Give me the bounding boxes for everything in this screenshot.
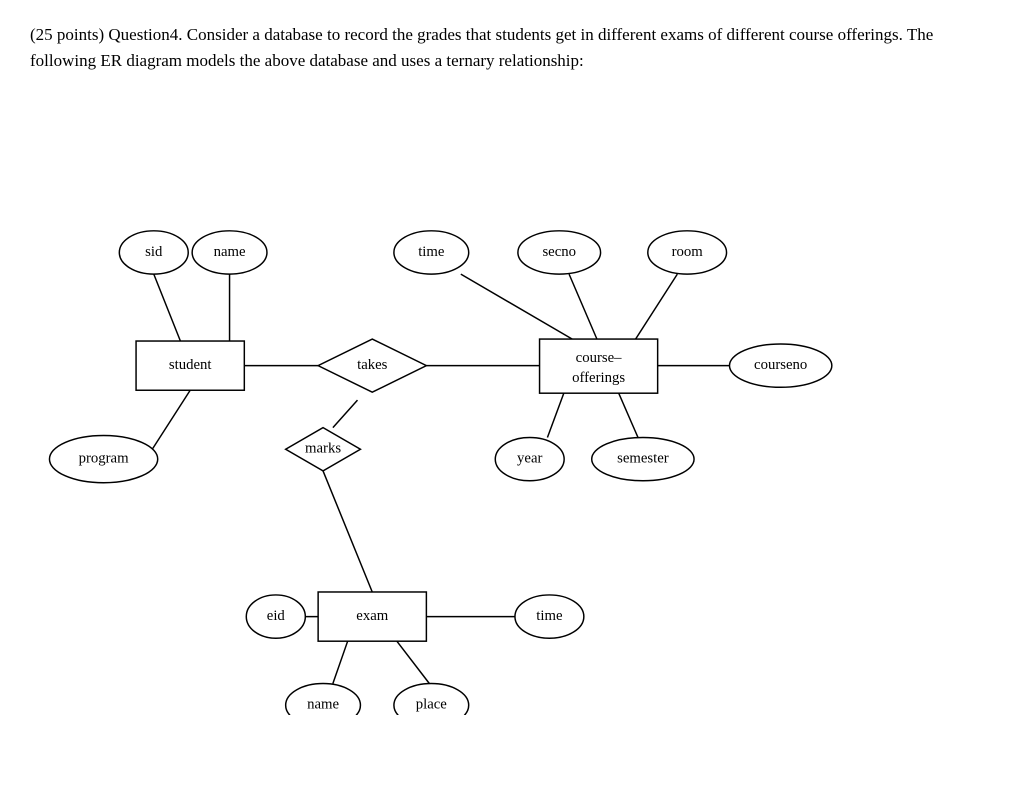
entity-exam-label: exam (356, 608, 388, 624)
attr-eid-label: eid (267, 608, 286, 624)
attr-sid-label: sid (145, 244, 163, 260)
er-diagram: student course– offerings exam takes mar… (0, 95, 1024, 715)
attr-name-exam-label: name (307, 696, 339, 712)
entity-student-label: student (169, 357, 213, 373)
attr-name-student-label: name (214, 244, 246, 260)
attr-secno-label: secno (542, 244, 576, 260)
attr-room-label: room (672, 244, 704, 260)
attr-time-co-label: time (418, 244, 445, 260)
entity-co-label2: offerings (572, 370, 625, 386)
attr-courseno-label: courseno (754, 357, 807, 373)
rel-takes-label: takes (357, 357, 388, 373)
question-text: (25 points) Question4. Consider a databa… (0, 0, 1024, 85)
entity-co-label1: course– (576, 350, 622, 366)
attr-program-label: program (79, 450, 129, 466)
attr-time-exam-label: time (536, 608, 563, 624)
attr-place-label: place (416, 696, 448, 712)
rel-marks-label: marks (305, 440, 341, 456)
attr-year-label: year (517, 450, 542, 466)
attr-semester-label: semester (617, 450, 669, 466)
